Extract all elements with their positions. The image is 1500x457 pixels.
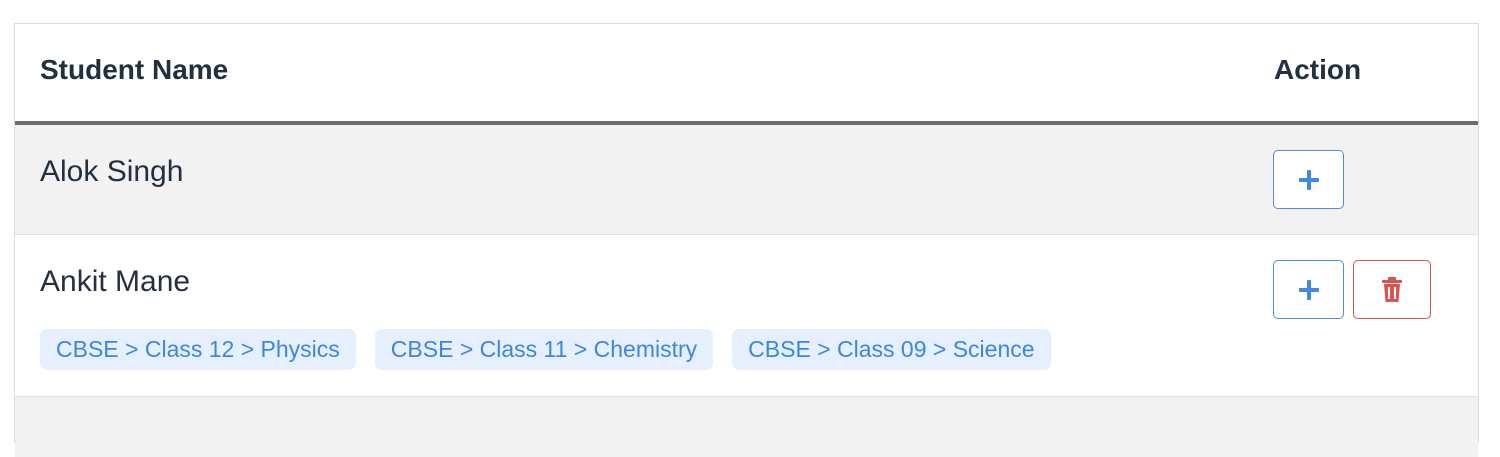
delete-button[interactable]: [1353, 260, 1431, 319]
subject-tag[interactable]: CBSE > Class 11 > Chemistry: [374, 329, 714, 370]
student-name: Alok Singh: [40, 155, 184, 188]
table-row: Alok Singh: [15, 125, 1478, 235]
table-row: Ankit Mane CBSE > Class 12 > Physics CBS…: [15, 235, 1478, 397]
add-button[interactable]: [1273, 150, 1344, 209]
plus-icon: [1298, 279, 1319, 300]
students-table: Student Name Action Alok Singh Ankit Man…: [14, 23, 1479, 457]
table-row: [15, 397, 1478, 457]
trash-icon: [1382, 276, 1402, 302]
table-header-row: Student Name Action: [15, 24, 1478, 125]
subject-tags: CBSE > Class 12 > Physics CBSE > Class 1…: [40, 329, 1051, 370]
row-actions: [1273, 150, 1344, 209]
plus-icon: [1298, 169, 1319, 190]
subject-tag[interactable]: CBSE > Class 09 > Science: [732, 329, 1051, 370]
subject-tag[interactable]: CBSE > Class 12 > Physics: [40, 329, 356, 370]
column-header-action: Action: [1274, 54, 1362, 85]
student-name: Ankit Mane: [40, 265, 191, 298]
row-actions: [1273, 260, 1431, 319]
column-header-student-name: Student Name: [40, 54, 229, 85]
add-button[interactable]: [1273, 260, 1344, 319]
